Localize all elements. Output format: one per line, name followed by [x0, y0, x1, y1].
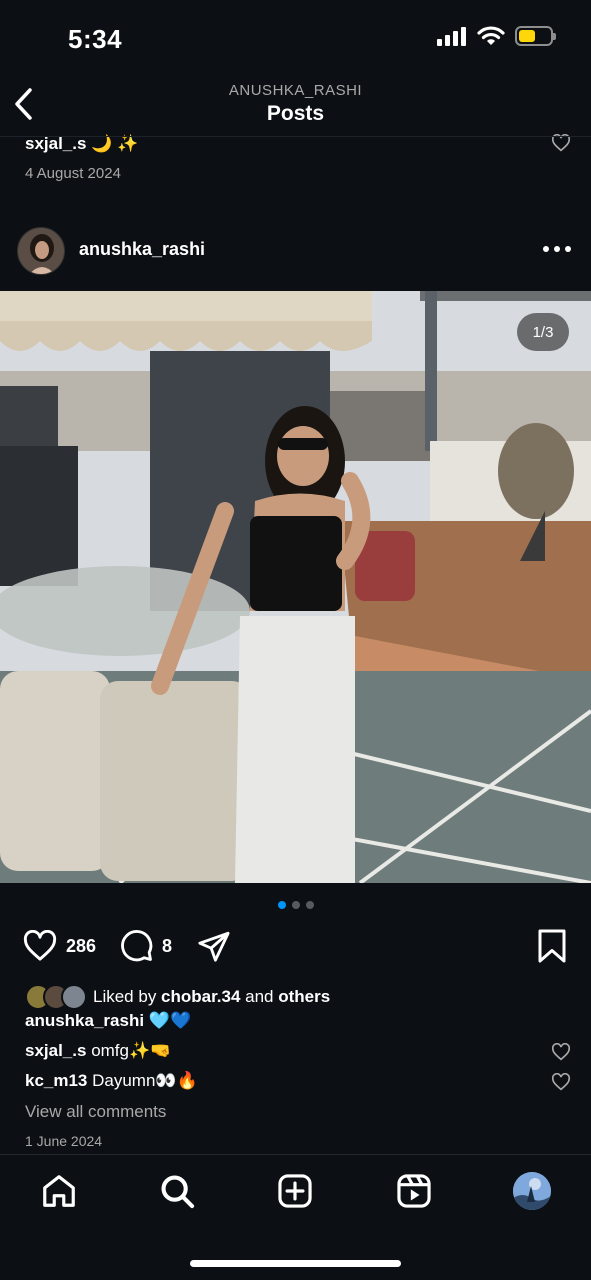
status-icons [437, 26, 556, 46]
home-indicator[interactable] [190, 1260, 401, 1267]
previous-comment: sxjal_.s 🌙 ✨ [25, 134, 138, 154]
share-button[interactable] [196, 928, 232, 964]
liked-by-user[interactable]: chobar.34 [161, 987, 240, 1006]
page-title: Posts [266, 102, 325, 125]
wifi-icon [477, 26, 505, 45]
battery-icon [515, 26, 556, 46]
previous-post-date: 4 August 2024 [25, 165, 121, 182]
caption-username[interactable]: anushka_rashi [25, 1011, 144, 1030]
liked-by-text[interactable]: Liked by chobar.34 and others [93, 987, 330, 1007]
header-subtitle: ANUSHKA_RASHI [228, 82, 363, 99]
carousel-dot [291, 901, 300, 909]
post-username[interactable]: anushka_rashi [79, 239, 205, 260]
comment-icon[interactable] [120, 929, 154, 963]
comment-item: kc_m13 Dayumn👀🔥 [25, 1071, 198, 1091]
caption-text: 🩵💙 [148, 1011, 192, 1030]
send-icon[interactable] [196, 929, 232, 963]
signal-icon [437, 27, 466, 46]
avatar[interactable] [17, 227, 65, 275]
comment-text: Dayumn👀🔥 [92, 1071, 198, 1090]
reels-icon[interactable] [395, 1172, 433, 1210]
comment-username[interactable]: sxjal_.s [25, 1041, 86, 1060]
post-caption: anushka_rashi 🩵💙 [25, 1011, 191, 1031]
liked-by-others[interactable]: others [278, 987, 330, 1006]
comment-text: omfg✨🤜 [91, 1041, 172, 1060]
like-button[interactable]: 286 [22, 928, 96, 964]
post-image[interactable] [0, 291, 591, 883]
liked-by-row[interactable]: Liked by chobar.34 and others [25, 984, 330, 1010]
header-divider [0, 136, 591, 137]
more-options-icon[interactable] [543, 246, 571, 252]
heart-icon[interactable] [22, 930, 58, 962]
status-time: 5:34 [68, 24, 123, 54]
create-icon[interactable] [276, 1172, 314, 1210]
comment-button[interactable]: 8 [120, 928, 172, 964]
liker-avatar [61, 984, 87, 1010]
comment-count[interactable]: 8 [162, 936, 172, 957]
comment-item: sxjal_.s omfg✨🤜 [25, 1041, 171, 1061]
carousel-dot [305, 901, 314, 909]
media-counter: 1/3 [517, 313, 569, 351]
home-icon[interactable] [40, 1172, 78, 1210]
view-all-comments-link[interactable]: View all comments [25, 1102, 166, 1122]
heart-icon[interactable] [551, 1073, 571, 1091]
search-icon[interactable] [158, 1172, 196, 1210]
carousel-indicator [0, 901, 591, 909]
profile-avatar[interactable] [513, 1172, 551, 1210]
post-date: 1 June 2024 [25, 1133, 103, 1149]
comment-username[interactable]: kc_m13 [25, 1071, 87, 1090]
heart-icon[interactable] [551, 1043, 571, 1061]
bookmark-icon[interactable] [537, 928, 567, 964]
carousel-dot [277, 901, 286, 909]
like-count[interactable]: 286 [66, 936, 96, 957]
